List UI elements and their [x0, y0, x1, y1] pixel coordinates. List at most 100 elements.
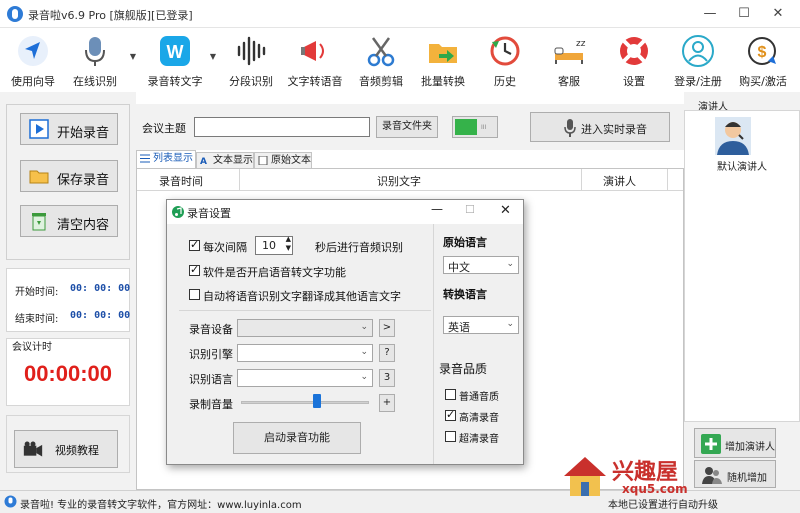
folder-arrow-icon	[429, 44, 457, 63]
maximize-button[interactable]: ☐	[730, 4, 758, 24]
tool-online-recognize[interactable]: 在线识别 ▼	[62, 30, 136, 90]
end-time-value: 00: 00: 00	[70, 310, 131, 321]
meeting-timer-value: 00:00:00	[23, 361, 113, 386]
source-language-select[interactable]: 中文 ⌄	[443, 256, 519, 274]
left-panel: 开始录音 保存录音 清空内容 开始时间: 00: 00: 00 结束时间: 00…	[0, 92, 136, 490]
default-speaker-name: 默认演讲人	[717, 162, 767, 173]
tool-settings[interactable]: 设置	[601, 30, 667, 90]
quality-hd-checkbox[interactable]	[445, 408, 456, 421]
dialog-maximize-button[interactable]: ☐	[465, 203, 475, 216]
quality-normal-checkbox[interactable]	[445, 389, 456, 400]
video-tutorial-label: 视频教程	[55, 444, 99, 457]
interval-checkbox[interactable]	[189, 238, 200, 251]
tool-buy-activate[interactable]: $ 购买/激活	[730, 30, 796, 90]
recording-settings-dialog: 录音设置 — ☐ ✕ 每次间隔 10 ▲▼ 秒后进行音频识别 软件是否开启语音转…	[166, 199, 524, 465]
column-header-speaker: 演讲人	[603, 175, 636, 188]
users-icon	[702, 467, 722, 484]
chevron-down-icon[interactable]: ▼	[210, 52, 216, 61]
toggle-switch[interactable]: III	[452, 116, 498, 138]
tool-label: 客服	[558, 75, 580, 88]
speaker-list[interactable]: 默认演讲人	[684, 110, 800, 422]
target-language-select[interactable]: 英语 ⌄	[443, 316, 519, 334]
list-icon	[140, 154, 150, 163]
tool-segment-recognize[interactable]: 分段识别	[218, 30, 284, 90]
close-button[interactable]: ✕	[764, 4, 792, 24]
dialog-close-button[interactable]: ✕	[500, 203, 511, 218]
tool-label: 分段识别	[229, 75, 273, 88]
start-time-value: 00: 00: 00	[70, 283, 131, 294]
auto-translate-label: 自动将语音识别文字翻译成其他语言文字	[203, 290, 401, 303]
history-clock-icon	[490, 36, 520, 66]
tool-label: 录音转文字	[147, 75, 203, 88]
add-speaker-button[interactable]: 增加演讲人	[694, 428, 776, 458]
random-add-label: 随机增加	[727, 473, 767, 484]
volume-slider[interactable]	[239, 392, 371, 414]
volume-slider-thumb[interactable]	[313, 394, 321, 408]
quality-label: 录音品质	[439, 362, 488, 376]
site-watermark: 兴趣屋 xqu5.com	[562, 452, 690, 502]
device-label: 录音设备	[189, 323, 233, 336]
tool-text-to-speech[interactable]: 文字转语音	[282, 30, 348, 90]
dialog-title: 录音设置	[187, 207, 231, 220]
recycle-bin-icon	[32, 213, 46, 231]
chevron-down-icon[interactable]: ▼	[130, 52, 136, 61]
spinner-arrows-icon[interactable]: ▲ ▼	[286, 235, 291, 253]
tab-text-view[interactable]: A 文本显示	[196, 152, 254, 168]
enable-tts-checkbox[interactable]	[189, 263, 200, 276]
tool-label: 购买/激活	[739, 75, 787, 88]
house-logo-icon	[564, 457, 606, 496]
tab-label: 列表显示	[153, 153, 193, 164]
tool-login-register[interactable]: 登录/注册	[665, 30, 731, 90]
column-header-text: 识别文字	[377, 175, 421, 188]
record-folder-button[interactable]: 录音文件夹	[376, 116, 438, 138]
save-record-button[interactable]: 保存录音	[20, 160, 118, 192]
engine-help-button[interactable]: ?	[379, 344, 395, 362]
interval-suffix: 秒后进行音频识别	[315, 241, 403, 254]
device-select[interactable]: ⌄	[237, 319, 373, 337]
language-count-button[interactable]: 3	[379, 369, 395, 387]
tab-list-view[interactable]: 列表显示	[136, 150, 196, 168]
quality-uhd-checkbox[interactable]	[445, 431, 456, 442]
random-add-button[interactable]: 随机增加	[694, 460, 776, 488]
interval-spinner[interactable]: 10 ▲ ▼	[255, 235, 293, 255]
tool-batch-convert[interactable]: 批量转换	[410, 30, 476, 90]
time-box: 开始时间: 00: 00: 00 结束时间: 00: 00: 00	[6, 268, 130, 332]
svg-text:A: A	[200, 157, 207, 165]
tool-history[interactable]: 历史	[472, 30, 538, 90]
bed-sleep-icon: zz	[554, 39, 586, 64]
start-record-button[interactable]: 开始录音	[20, 113, 118, 145]
lifebuoy-icon	[620, 37, 648, 65]
realtime-record-button[interactable]: 进入实时录音	[530, 112, 670, 142]
engine-select[interactable]: ⌄	[237, 344, 373, 362]
tool-audio-edit[interactable]: 音频剪辑	[348, 30, 414, 90]
tab-raw-text[interactable]: 原始文本	[254, 152, 312, 168]
title-bar: 录音啦v6.9 Pro [旗舰版][已登录] — ☐ ✕	[0, 0, 800, 28]
column-header-time: 录音时间	[159, 175, 203, 188]
dialog-minimize-button[interactable]: —	[431, 202, 443, 216]
auto-translate-checkbox[interactable]	[189, 289, 200, 300]
volume-label: 录制音量	[189, 398, 233, 411]
meeting-timer-label: 会议计时	[12, 342, 52, 353]
svg-text:$: $	[758, 44, 767, 61]
tool-customer-service[interactable]: zz 客服	[536, 30, 602, 90]
quality-uhd-label: 超清录音	[459, 434, 499, 445]
device-more-button[interactable]: >	[379, 319, 395, 337]
volume-plus-button[interactable]: +	[379, 394, 395, 412]
dialog-title-bar: 录音设置 — ☐ ✕	[167, 200, 523, 224]
svg-text:zz: zz	[576, 39, 586, 49]
view-tabs: 列表显示 A 文本显示 原始文本	[136, 150, 684, 168]
meeting-topic-label: 会议主题	[142, 122, 186, 135]
status-left-text: 录音啦! 专业的录音转文字软件，官方网址：www.luyinla.com	[20, 500, 302, 511]
tool-guide[interactable]: 使用向导	[0, 30, 66, 90]
language-select[interactable]: ⌄	[237, 369, 373, 387]
meeting-topic-input[interactable]	[194, 117, 370, 137]
clear-content-label: 清空内容	[57, 218, 110, 233]
minimize-button[interactable]: —	[696, 4, 724, 24]
tool-label: 音频剪辑	[359, 75, 403, 88]
clear-content-button[interactable]: 清空内容	[20, 205, 118, 237]
tool-record-to-text[interactable]: W 录音转文字 ▼	[142, 30, 216, 90]
speaker-avatar-icon[interactable]	[715, 117, 751, 155]
start-recording-function-button[interactable]: 启动录音功能	[233, 422, 361, 454]
video-tutorial-button[interactable]: 视频教程	[14, 430, 118, 468]
speaker-panel: 演讲人 默认演讲人 增加演讲人 随机增加	[684, 92, 800, 490]
